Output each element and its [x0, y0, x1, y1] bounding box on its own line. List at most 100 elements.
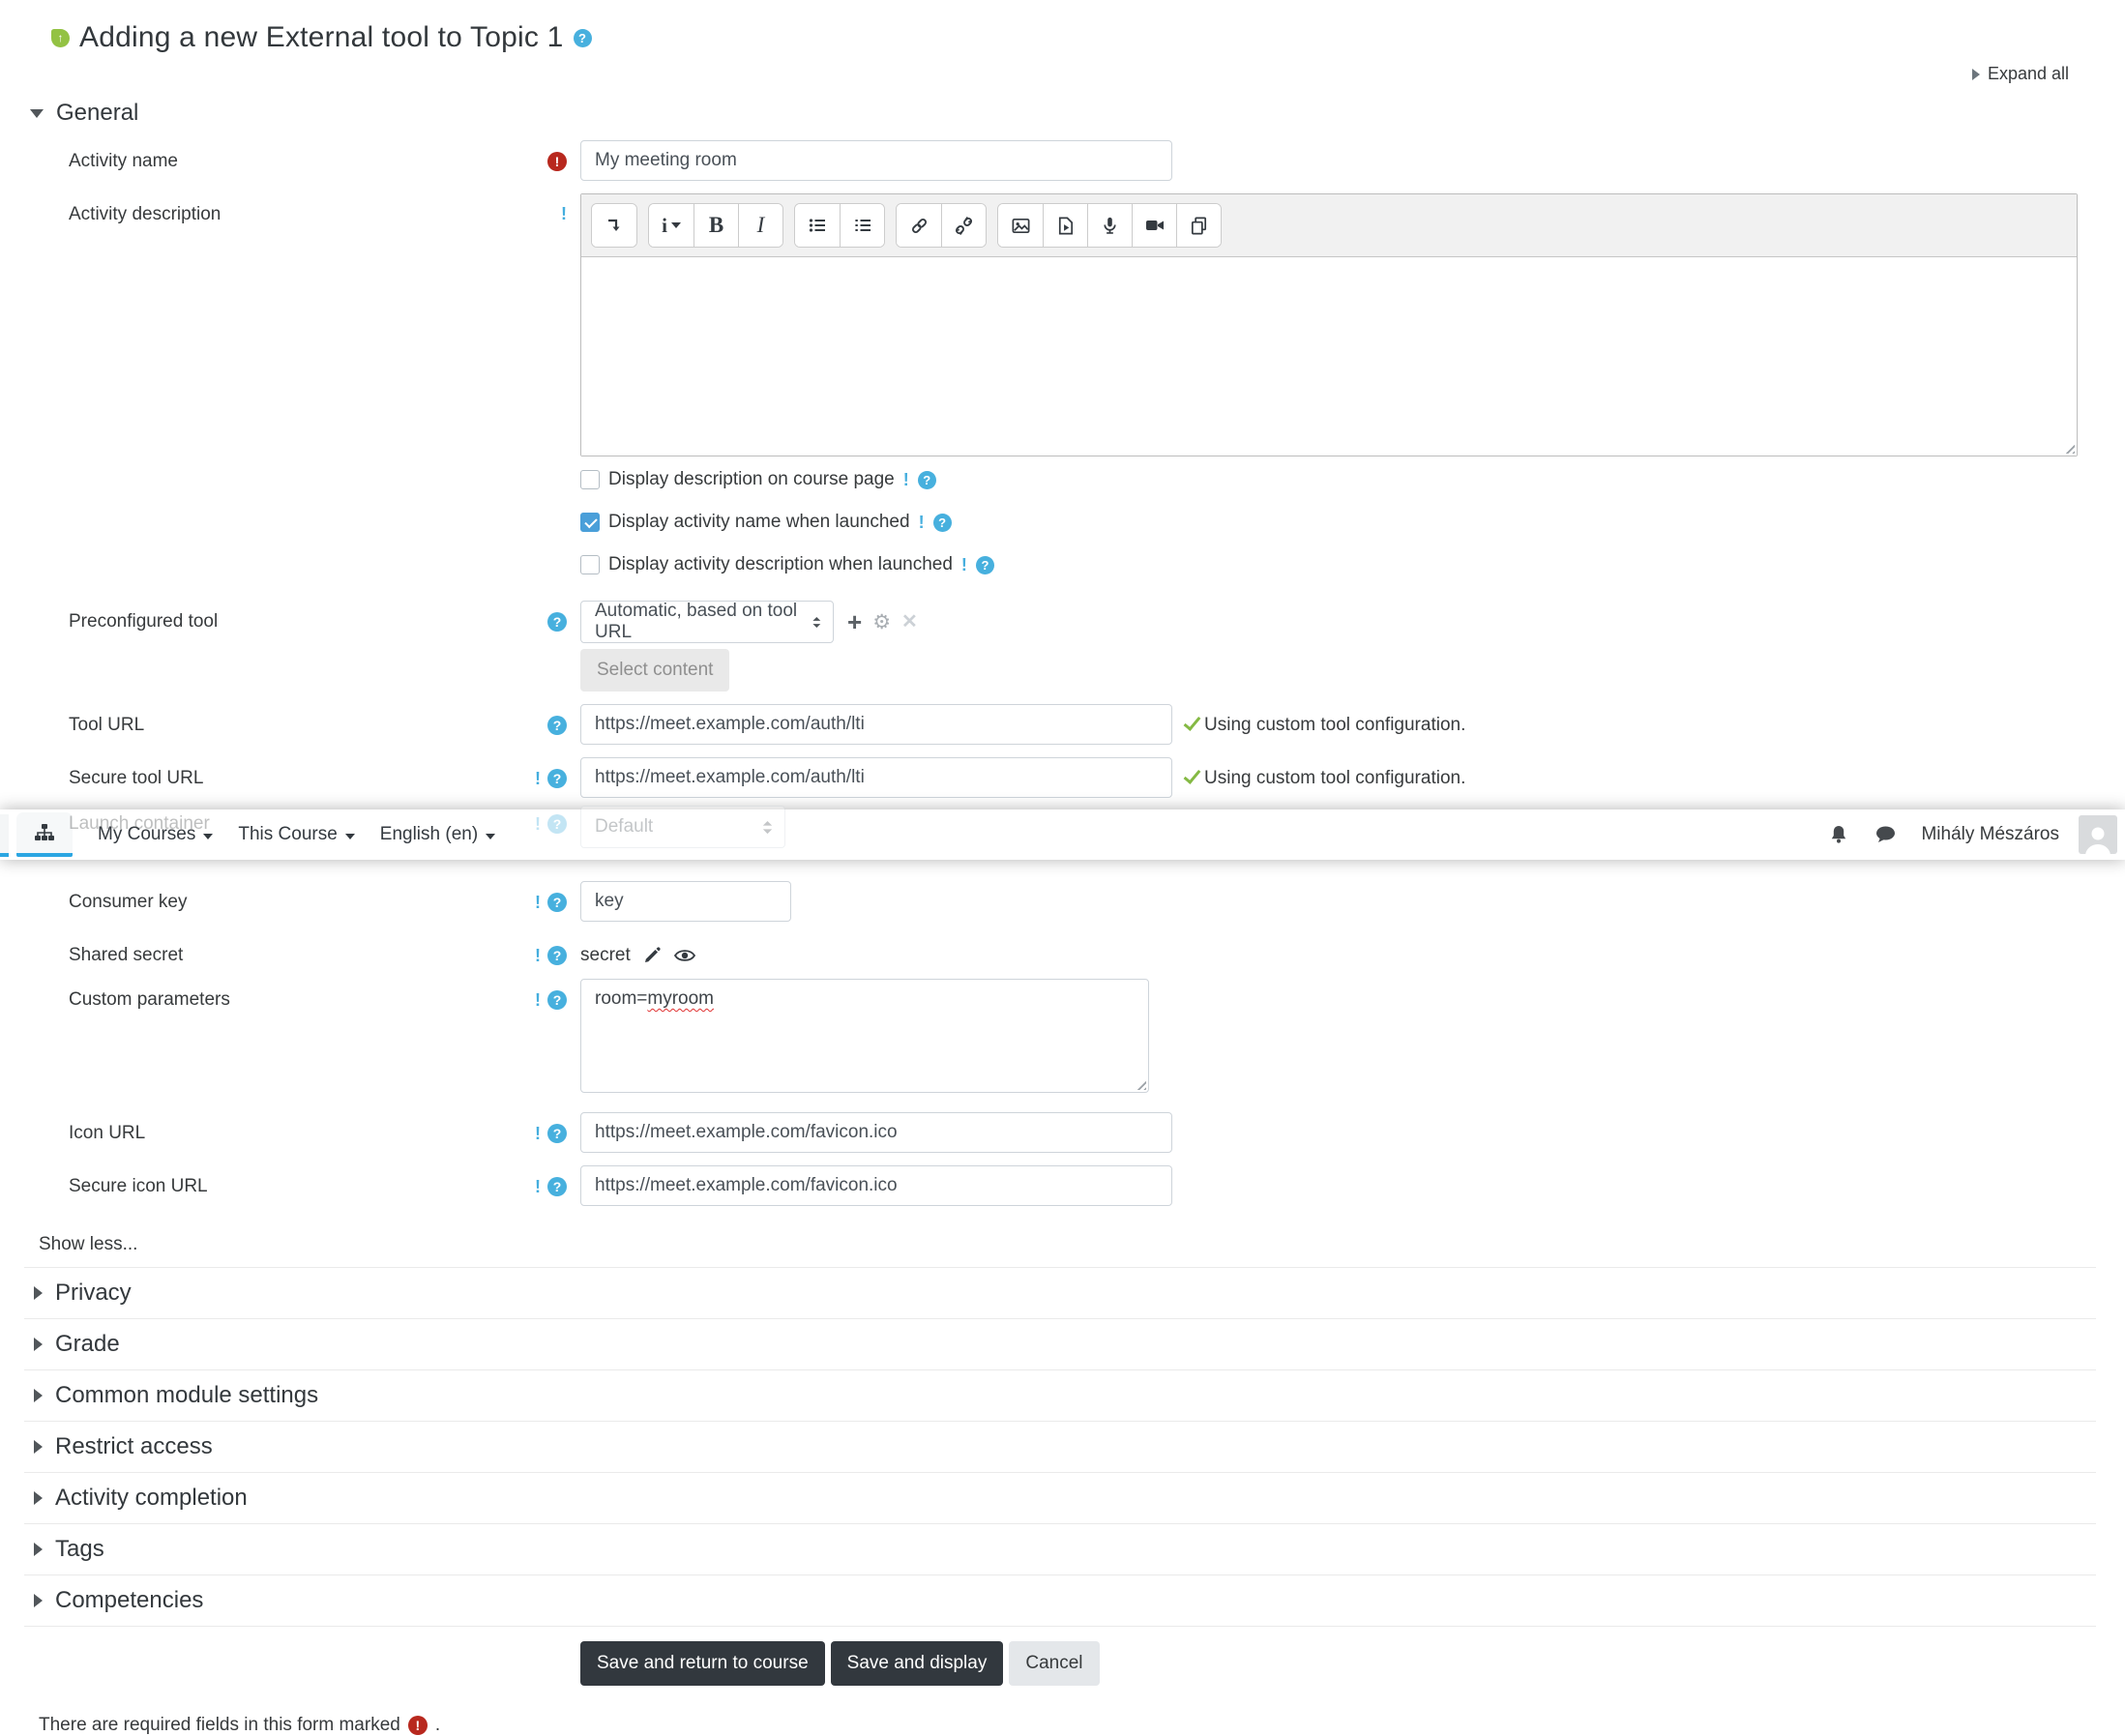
display-activity-description-checkbox[interactable]	[580, 555, 600, 574]
link-icon	[911, 218, 927, 233]
bell-icon[interactable]	[1827, 823, 1850, 846]
collapsed-triangle-icon	[34, 1543, 43, 1556]
manage-files-button[interactable]	[1176, 204, 1221, 247]
cancel-button[interactable]: Cancel	[1009, 1641, 1100, 1686]
rich-text-editor: i B I	[580, 193, 2078, 456]
unlink-button[interactable]	[941, 204, 986, 247]
section-grade-toggle[interactable]: Grade	[24, 1318, 2096, 1369]
resize-handle[interactable]	[2062, 441, 2075, 454]
site-home-tab[interactable]	[16, 812, 73, 857]
checkbox-label: Display activity description when launch…	[608, 554, 953, 574]
messages-icon[interactable]	[1874, 823, 1898, 846]
display-activity-name-checkbox[interactable]	[580, 513, 600, 532]
toolbar-collapse-button[interactable]	[592, 204, 636, 247]
link-button[interactable]	[897, 204, 941, 247]
section-common-module-settings-toggle[interactable]: Common module settings	[24, 1369, 2096, 1421]
help-icon[interactable]: ?	[917, 470, 936, 489]
italic-button[interactable]: I	[738, 204, 782, 247]
section-general-toggle[interactable]: General	[24, 88, 2096, 140]
form-actions: Save and return to course Save and displ…	[24, 1627, 2096, 1686]
advanced-exclamation-icon: !	[535, 990, 541, 1010]
help-icon[interactable]: ?	[547, 946, 567, 965]
help-icon[interactable]: ?	[547, 769, 567, 788]
activity-name-input[interactable]	[580, 140, 1172, 181]
secure-tool-url-row: Secure tool URL ! ? Using custom tool co…	[24, 757, 2096, 798]
success-check-icon	[1183, 766, 1201, 784]
page-help-icon[interactable]: ?	[573, 28, 592, 47]
help-icon[interactable]: ?	[975, 555, 994, 574]
ordered-list-button[interactable]	[840, 204, 884, 247]
help-icon[interactable]: ?	[547, 990, 567, 1010]
icon-url-input[interactable]	[580, 1112, 1172, 1153]
unlink-icon	[955, 216, 973, 235]
chevron-down-icon	[203, 833, 214, 839]
consumer-key-label: Consumer key	[69, 892, 188, 912]
collapsed-sections: Privacy Grade Common module settings Res…	[24, 1267, 2096, 1627]
secure-icon-url-input[interactable]	[580, 1165, 1172, 1206]
media-icon	[1058, 217, 1074, 234]
show-less-link[interactable]: Show less...	[24, 1219, 2096, 1267]
files-icon	[1191, 217, 1207, 234]
expand-all-label: Expand all	[1987, 64, 2069, 83]
misspelled-word: myroom	[647, 988, 715, 1009]
preconfigured-tool-row: Preconfigured tool ? Automatic, based on…	[24, 601, 2096, 643]
nav-language-menu[interactable]: English (en)	[380, 824, 496, 845]
add-tool-icon[interactable]: +	[847, 609, 862, 634]
nav-my-courses-menu[interactable]: My Courses	[98, 824, 214, 845]
record-video-button[interactable]	[1132, 204, 1176, 247]
section-tags-toggle[interactable]: Tags	[24, 1523, 2096, 1574]
collapsed-triangle-icon	[34, 1491, 43, 1505]
help-icon[interactable]: ?	[547, 612, 567, 632]
eye-icon[interactable]	[673, 947, 696, 964]
activity-name-row: Activity name !	[24, 140, 2096, 181]
custom-parameters-textarea[interactable]: room=myroom	[580, 979, 1149, 1093]
section-privacy-toggle[interactable]: Privacy	[24, 1267, 2096, 1318]
save-and-return-button[interactable]: Save and return to course	[580, 1641, 825, 1686]
preconfigured-tool-select[interactable]: Automatic, based on tool URL	[580, 601, 834, 643]
activity-description-row: Activity description ! i B I	[24, 193, 2096, 456]
chevron-down-icon	[486, 833, 496, 839]
consumer-key-input[interactable]	[580, 881, 791, 922]
expanded-triangle-icon	[30, 108, 44, 118]
help-icon[interactable]: ?	[547, 1124, 567, 1143]
secure-tool-url-label: Secure tool URL	[69, 768, 204, 788]
bold-button[interactable]: B	[694, 204, 738, 247]
section-general-title: General	[56, 100, 139, 126]
video-camera-icon	[1145, 221, 1164, 230]
section-competencies-toggle[interactable]: Competencies	[24, 1574, 2096, 1626]
select-content-button[interactable]: Select content	[580, 649, 730, 691]
help-icon[interactable]: ?	[932, 513, 952, 532]
nav-this-course-menu[interactable]: This Course	[238, 824, 355, 845]
unordered-list-button[interactable]	[795, 204, 840, 247]
insert-image-button[interactable]	[998, 204, 1043, 247]
record-audio-button[interactable]	[1087, 204, 1132, 247]
display-description-checkbox-row: Display description on course page ! ?	[580, 469, 2096, 490]
select-arrows-icon	[812, 616, 821, 628]
secure-icon-url-label: Secure icon URL	[69, 1176, 208, 1196]
section-restrict-access-toggle[interactable]: Restrict access	[24, 1421, 2096, 1472]
advanced-exclamation-icon: !	[535, 1177, 541, 1196]
resize-handle[interactable]	[1134, 1077, 1146, 1090]
display-description-checkbox[interactable]	[580, 470, 600, 489]
help-icon[interactable]: ?	[547, 1177, 567, 1196]
section-activity-completion-toggle[interactable]: Activity completion	[24, 1472, 2096, 1523]
save-and-display-button[interactable]: Save and display	[830, 1641, 1004, 1686]
format-menu-button[interactable]: i	[649, 204, 694, 247]
collapsed-triangle-icon	[34, 1594, 43, 1607]
avatar[interactable]	[2079, 815, 2117, 854]
expand-all-link[interactable]: Expand all	[24, 56, 2096, 88]
user-name[interactable]: Mihály Mészáros	[1921, 824, 2059, 845]
navbar: My Courses This Course English (en) Mihá…	[0, 809, 2125, 860]
editor-content-area[interactable]	[581, 257, 2077, 456]
insert-media-button[interactable]	[1043, 204, 1087, 247]
tool-url-input[interactable]	[580, 704, 1172, 745]
preconfigured-tool-label: Preconfigured tool	[69, 611, 219, 632]
help-icon[interactable]: ?	[547, 893, 567, 912]
delete-tool-icon: ✕	[901, 611, 918, 633]
select-content-row: Select content	[24, 649, 2096, 691]
checkbox-label: Display activity name when launched	[608, 512, 910, 532]
advanced-exclamation-icon: !	[561, 204, 567, 223]
help-icon[interactable]: ?	[547, 716, 567, 735]
edit-pencil-icon[interactable]	[642, 946, 662, 965]
secure-tool-url-input[interactable]	[580, 757, 1172, 798]
